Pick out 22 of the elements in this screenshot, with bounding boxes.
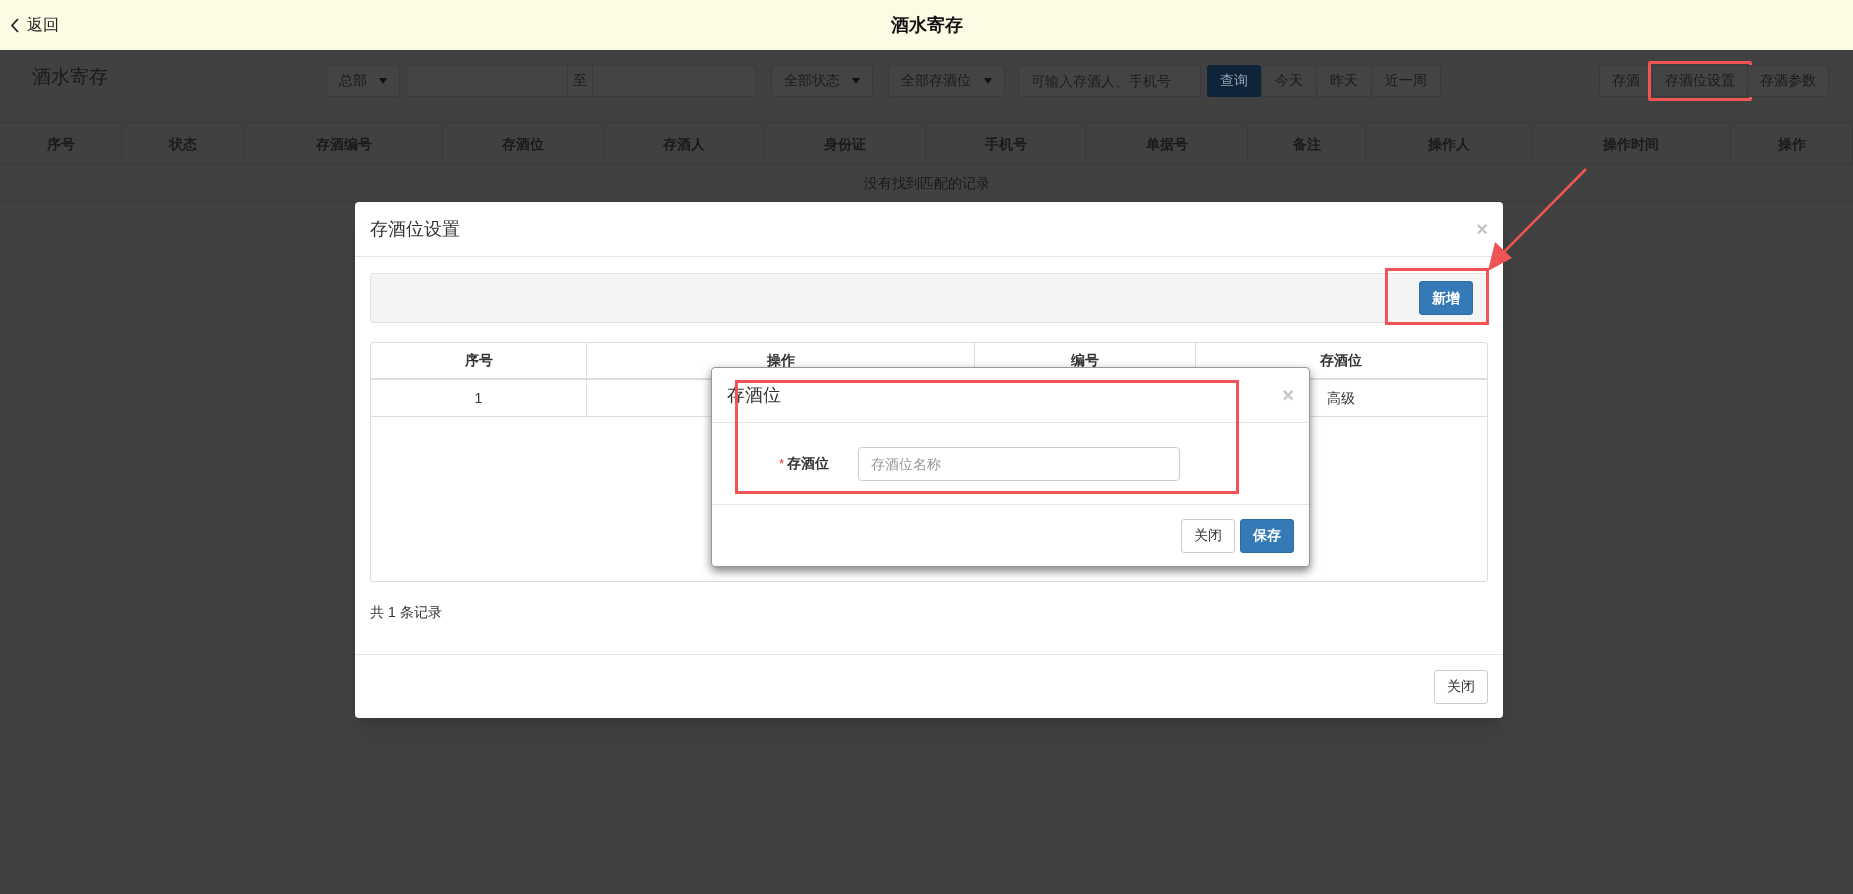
page-title: 酒水寄存 — [890, 13, 963, 37]
table-cell: 1 — [371, 380, 587, 416]
close-button[interactable]: × — [1282, 385, 1294, 405]
caret-icon — [984, 77, 992, 84]
record-count: 共 1 条记录 — [370, 603, 442, 622]
query-button[interactable]: 查询 — [1207, 64, 1261, 97]
column-header: 存酒位 — [1319, 351, 1363, 370]
field-label: 存酒位 — [787, 454, 829, 473]
column-header: 序号 — [371, 343, 587, 378]
chevron-left-icon — [10, 17, 19, 33]
caret-icon — [379, 77, 387, 84]
required-marker: * — [778, 454, 784, 473]
add-button[interactable]: 新增 — [1419, 281, 1473, 315]
table-cell-text: 高级 — [1327, 388, 1355, 408]
close-button[interactable]: × — [1476, 219, 1488, 239]
dialog-title: 存酒位设置 — [370, 217, 460, 241]
save-button[interactable]: 保存 — [1240, 518, 1294, 553]
close-button[interactable]: 关闭 — [1434, 669, 1488, 704]
location-name-field[interactable]: 存酒位名称 — [858, 446, 1180, 481]
close-button[interactable]: 关闭 — [1181, 518, 1235, 553]
caret-icon — [852, 77, 860, 84]
back-button[interactable]: 返回 — [10, 13, 59, 37]
